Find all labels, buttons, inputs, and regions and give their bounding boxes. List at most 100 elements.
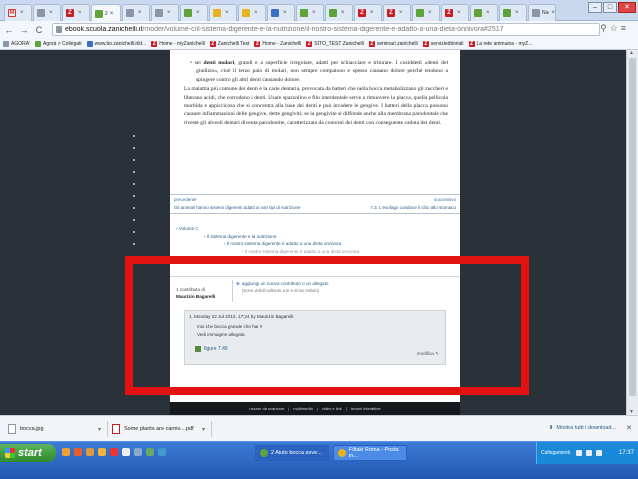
bookmark-item[interactable]: Z Home - Zanichelli bbox=[254, 40, 301, 47]
quicklaunch-icon[interactable] bbox=[62, 448, 70, 456]
tree-item-volume[interactable]: › Volume C bbox=[176, 225, 359, 233]
chevron-down-icon[interactable]: ▾ bbox=[98, 426, 101, 433]
start-button[interactable]: start bbox=[0, 444, 56, 462]
tree-item-chapter[interactable]: › Il sistema digerente e la nutrizione bbox=[176, 233, 359, 241]
tab-close-icon[interactable]: × bbox=[196, 10, 200, 16]
browser-tab[interactable]: Nuo× bbox=[528, 4, 556, 21]
tab-close-icon[interactable]: × bbox=[283, 10, 287, 16]
browser-tab[interactable]: × bbox=[33, 4, 61, 21]
tab-close-icon[interactable]: × bbox=[254, 10, 258, 16]
vertical-scrollbar[interactable]: ▲ ▼ bbox=[626, 50, 638, 415]
bookmark-item[interactable]: Agorà > Collegati bbox=[35, 40, 82, 47]
quicklaunch-icon[interactable] bbox=[146, 448, 154, 456]
download-item-1[interactable]: bocca.jpg ▾ bbox=[8, 421, 108, 437]
bookmark-item[interactable]: Z SITO_TEST Zanichelli bbox=[306, 40, 364, 47]
reload-icon[interactable]: C bbox=[34, 25, 44, 35]
browser-tab[interactable]: × bbox=[238, 4, 266, 21]
footer-link[interactable]: risorse da scaricare bbox=[249, 406, 284, 411]
close-icon[interactable]: ✕ bbox=[626, 424, 632, 432]
footer-link[interactable]: multimedia bbox=[293, 406, 312, 411]
tab-close-icon[interactable]: × bbox=[341, 10, 345, 16]
browser-tab[interactable]: × bbox=[470, 4, 498, 21]
browser-tab[interactable]: × bbox=[499, 4, 527, 21]
close-window-button[interactable]: ✕ bbox=[618, 2, 636, 13]
bookmark-item[interactable]: Z Home - myZanichelli bbox=[151, 40, 205, 47]
back-icon[interactable]: ← bbox=[4, 25, 14, 35]
task-chrome[interactable]: 2 Aiuto bocca avve... bbox=[255, 445, 329, 461]
tray-icon[interactable] bbox=[596, 450, 603, 456]
tab-close-icon[interactable]: × bbox=[486, 10, 490, 16]
tab-favicon-icon bbox=[503, 9, 511, 17]
footer-link[interactable]: lezioni interattive bbox=[351, 406, 381, 411]
quicklaunch-icon[interactable] bbox=[110, 448, 118, 456]
tab-favicon-icon bbox=[213, 9, 221, 17]
browser-tab[interactable]: × bbox=[267, 4, 295, 21]
chevron-down-icon[interactable]: ▾ bbox=[202, 426, 205, 433]
tab-close-icon[interactable]: × bbox=[110, 11, 114, 17]
bookmark-item[interactable]: www.bo.zanichelli.it/d... bbox=[86, 40, 146, 47]
tab-close-icon[interactable]: × bbox=[515, 10, 519, 16]
browser-tab[interactable]: M × bbox=[4, 4, 32, 21]
scroll-up-icon[interactable]: ▲ bbox=[629, 50, 634, 56]
maximize-button[interactable]: □ bbox=[603, 2, 617, 13]
bookmark-item[interactable]: Zservizieditoriali bbox=[422, 40, 464, 47]
tab-favicon-icon bbox=[474, 9, 482, 17]
tab-close-icon[interactable]: × bbox=[370, 10, 374, 16]
task-firefox[interactable]: Filtaki Roma - Posta in... bbox=[333, 445, 407, 461]
edit-link[interactable]: modifica ✎ bbox=[417, 351, 439, 357]
tab-close-icon[interactable]: × bbox=[225, 10, 229, 16]
quicklaunch-icon[interactable] bbox=[158, 448, 166, 456]
prev-link[interactable]: Gli animali hanno sistemi digerenti adat… bbox=[174, 205, 301, 210]
browser-tab[interactable]: × bbox=[325, 4, 353, 21]
menu-icon[interactable]: ≡ bbox=[621, 23, 626, 34]
tab-close-icon[interactable]: × bbox=[428, 10, 432, 16]
tab-close-icon[interactable]: × bbox=[78, 10, 82, 16]
browser-tab[interactable]: × bbox=[209, 4, 237, 21]
bookmark-item[interactable]: Z Zanichelli Test bbox=[209, 40, 249, 47]
bookmark-item[interactable]: Zseminari zanichelli bbox=[368, 40, 418, 47]
quicklaunch-icon[interactable] bbox=[134, 448, 142, 456]
browser-tab[interactable]: 2 × bbox=[91, 4, 121, 22]
quicklaunch-icon[interactable] bbox=[86, 448, 94, 456]
tree-item-section[interactable]: › Il nostro sistema digerente è adatto a… bbox=[176, 240, 359, 248]
browser-tab[interactable]: × bbox=[151, 4, 179, 21]
star-icon[interactable]: ☆ bbox=[610, 23, 618, 34]
tab-close-icon[interactable]: × bbox=[312, 10, 316, 16]
browser-tab[interactable]: Z × bbox=[354, 4, 382, 21]
tray-icon[interactable] bbox=[576, 450, 583, 456]
browser-tab[interactable]: Z × bbox=[383, 4, 411, 21]
minimize-button[interactable]: – bbox=[588, 2, 602, 13]
quicklaunch-icon[interactable] bbox=[74, 448, 82, 456]
tab-close-icon[interactable]: × bbox=[399, 10, 403, 16]
browser-tab[interactable]: × bbox=[412, 4, 440, 21]
next-link[interactable]: 7.3. L'esofago conduce il cibo allo stom… bbox=[370, 205, 456, 210]
scroll-thumb[interactable] bbox=[629, 58, 636, 396]
bookmark-label: servizieditoriali bbox=[430, 40, 464, 47]
tab-close-icon[interactable]: × bbox=[138, 10, 142, 16]
tab-close-icon[interactable]: × bbox=[551, 10, 555, 16]
quicklaunch-icon[interactable] bbox=[122, 448, 130, 456]
browser-tab[interactable]: × bbox=[296, 4, 324, 21]
zoom-search-icon[interactable]: ⚲ bbox=[600, 23, 607, 34]
download-item-2[interactable]: Some plants are carniv....pdf ▾ bbox=[112, 421, 212, 437]
browser-tab[interactable]: × bbox=[122, 4, 150, 21]
browser-tab[interactable]: × bbox=[180, 4, 208, 21]
browser-tab[interactable]: Z × bbox=[441, 4, 469, 21]
tab-close-icon[interactable]: × bbox=[167, 10, 171, 16]
tab-close-icon[interactable]: × bbox=[457, 10, 461, 16]
attachment-link[interactable]: figure 7.45 bbox=[195, 346, 228, 352]
address-bar[interactable]: ebook.scuola.zanichelli.it/moder/volume-… bbox=[52, 23, 600, 36]
bookmark-item[interactable]: Z La rete ammuina - myZ... bbox=[468, 40, 532, 47]
forward-icon[interactable]: → bbox=[19, 25, 29, 35]
show-all-downloads[interactable]: ⬇ Mostra tutti i download... bbox=[549, 425, 616, 431]
bookmark-item[interactable]: AGORA' bbox=[3, 40, 30, 47]
tab-close-icon[interactable]: × bbox=[49, 10, 53, 16]
quicklaunch-icon[interactable] bbox=[98, 448, 106, 456]
tab-close-icon[interactable]: × bbox=[20, 10, 24, 16]
footer-link[interactable]: video e link bbox=[322, 406, 342, 411]
tray-icon[interactable] bbox=[586, 450, 593, 456]
browser-tab[interactable]: Z × bbox=[62, 4, 90, 21]
add-contribution-link[interactable]: ⊕ aggiungi un nuovo contributo o un alleg… bbox=[236, 281, 328, 287]
image-file-icon bbox=[8, 424, 16, 434]
tray-label: Collegamenti bbox=[541, 450, 571, 456]
